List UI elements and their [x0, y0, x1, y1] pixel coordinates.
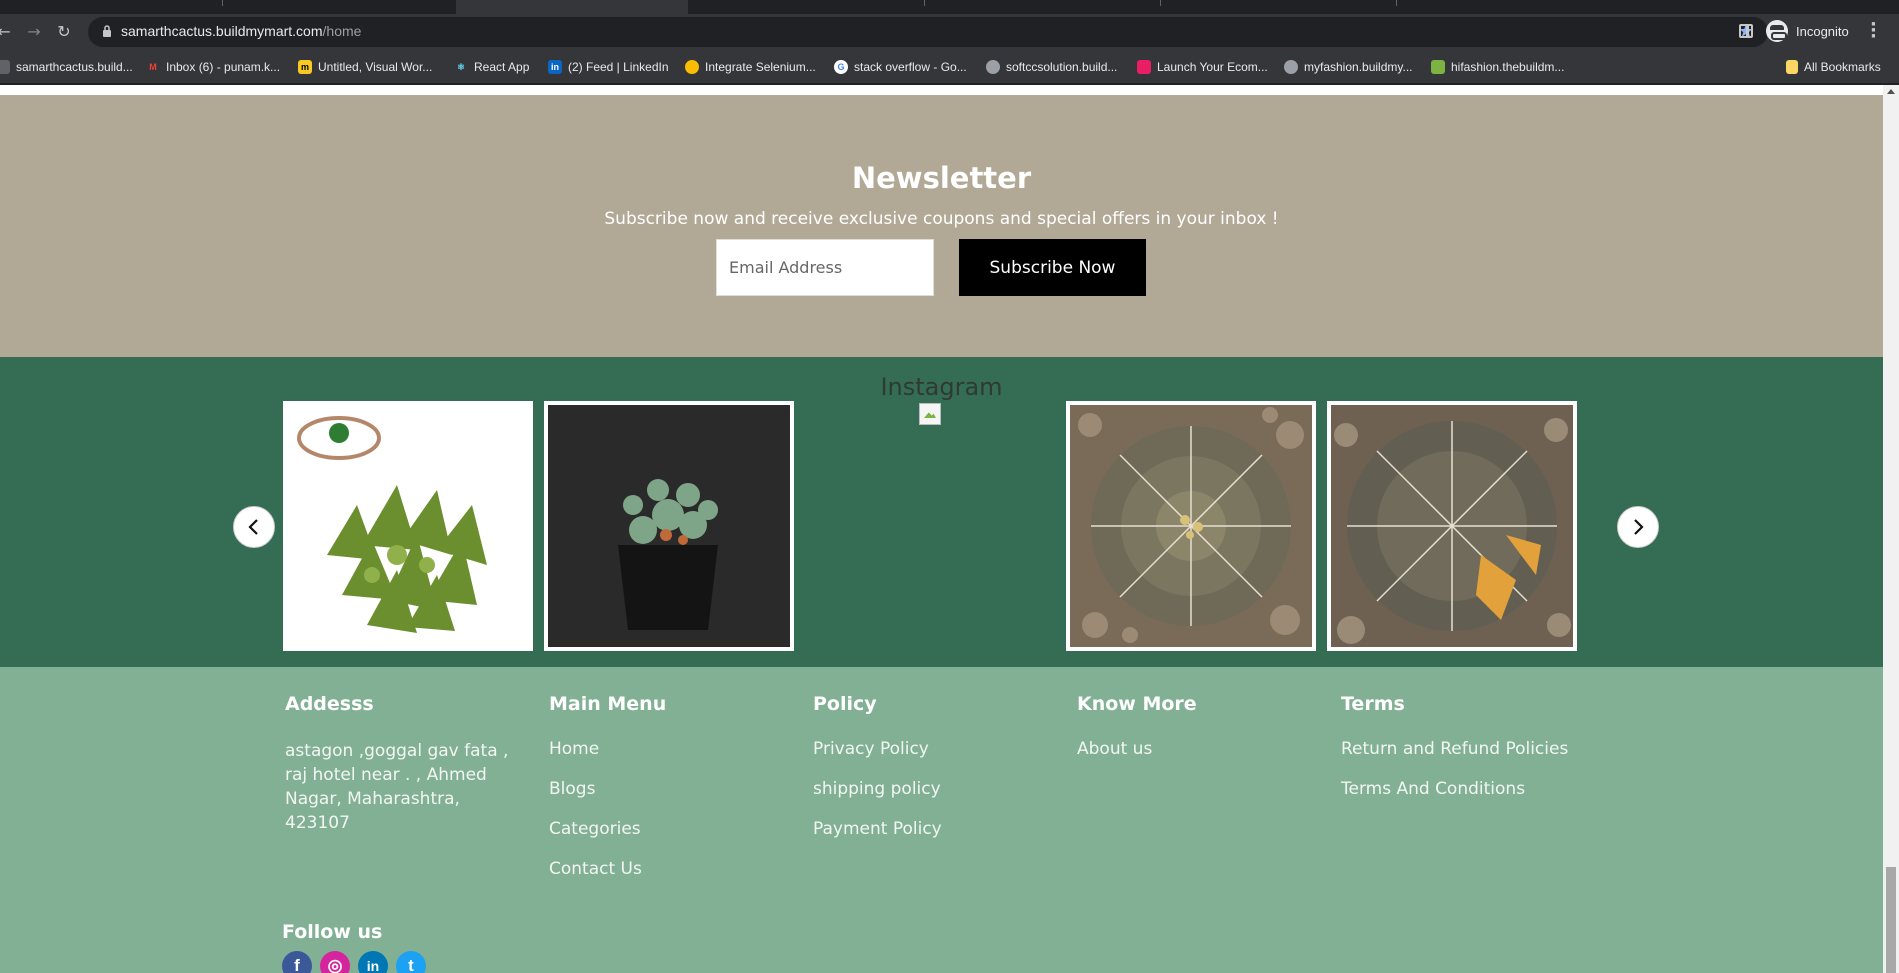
bookmark-item[interactable]: hifashion.thebuildm...	[1431, 59, 1564, 75]
instagram-post[interactable]	[1066, 401, 1316, 651]
site-icon	[0, 60, 10, 74]
footer-heading: Policy	[813, 693, 877, 715]
bookmark-item[interactable]: Integrate Selenium...	[685, 59, 816, 75]
menu-kebab-icon[interactable]: · · ·	[1870, 16, 1877, 46]
incognito-icon	[1766, 20, 1788, 42]
all-bookmarks[interactable]: All Bookmarks	[1786, 59, 1881, 75]
side-panel-icon[interactable]	[1739, 24, 1753, 38]
scroll-up-arrow-icon[interactable]	[1887, 89, 1895, 94]
footer-heading: Main Menu	[549, 693, 667, 715]
footer-link-blogs[interactable]: Blogs	[549, 779, 595, 799]
footer-link-payment-policy[interactable]: Payment Policy	[813, 819, 942, 839]
bookmark-item[interactable]: ⚛ React App	[454, 59, 529, 75]
chrome-icon	[685, 60, 699, 74]
bookmark-item[interactable]: m Untitled, Visual Wor...	[298, 59, 432, 75]
instagram-post[interactable]	[544, 401, 794, 651]
incognito-label: Incognito	[1796, 23, 1849, 39]
active-tab[interactable]	[456, 0, 688, 14]
reload-icon[interactable]: ↻	[54, 22, 74, 42]
tab-separator	[924, 0, 925, 6]
linkedin-icon[interactable]: in	[358, 951, 388, 973]
newsletter-section: Newsletter Subscribe now and receive exc…	[0, 95, 1883, 357]
broken-image-icon	[919, 403, 941, 425]
url-text: samarthcactus.buildmymart.com/home	[121, 23, 362, 39]
bookmark-item[interactable]: myfashion.buildmy...	[1284, 59, 1413, 75]
twitter-icon[interactable]: t	[396, 951, 426, 973]
bookmark-item[interactable]: samarthcactus.build...	[0, 59, 133, 75]
tab-separator	[222, 0, 223, 6]
bookmark-item[interactable]: in (2) Feed | LinkedIn	[548, 59, 669, 75]
chevron-left-icon	[248, 519, 258, 535]
footer-address-text: astagon ,goggal gav fata , raj hotel nea…	[285, 741, 509, 833]
footer-link-about-us[interactable]: About us	[1077, 739, 1152, 759]
back-icon[interactable]: ←	[0, 22, 14, 42]
footer-link-refund-policies[interactable]: Return and Refund Policies	[1341, 739, 1568, 759]
footer-link-home[interactable]: Home	[549, 739, 599, 759]
cactus-photo	[287, 405, 529, 647]
globe-icon	[1284, 60, 1298, 74]
cactus-top-view-photo	[1070, 405, 1312, 647]
site-footer: Addesss astagon ,goggal gav fata , raj h…	[0, 667, 1883, 973]
carousel-next-button[interactable]	[1617, 506, 1659, 548]
instagram-icon[interactable]: ◎	[320, 951, 350, 973]
instagram-post[interactable]	[283, 401, 533, 651]
bookmark-item[interactable]: M Inbox (6) - punam.k...	[146, 59, 280, 75]
scrollbar-thumb[interactable]	[1886, 867, 1896, 973]
newsletter-title: Newsletter	[851, 161, 1032, 195]
footer-link-privacy-policy[interactable]: Privacy Policy	[813, 739, 929, 759]
cactus-top-view-photo	[1331, 405, 1573, 647]
tab-separator	[1160, 0, 1161, 6]
bookmark-item[interactable]: Gstack overflow - Go...	[834, 59, 967, 75]
bookmarks-bar: samarthcactus.build... M Inbox (6) - puna…	[0, 50, 1899, 84]
lock-icon	[103, 25, 111, 37]
chevron-right-icon	[1634, 519, 1644, 535]
gmail-icon: M	[149, 62, 157, 72]
follow-us-heading: Follow us	[282, 921, 383, 943]
folder-icon	[1786, 60, 1798, 74]
linkedin-icon: in	[548, 60, 562, 74]
shop-icon	[1137, 60, 1151, 74]
tab-strip	[0, 0, 1899, 14]
google-icon: G	[834, 60, 848, 74]
tab-separator	[1396, 0, 1397, 6]
footer-heading: Addesss	[285, 693, 374, 715]
page-scrollbar[interactable]	[1883, 85, 1899, 973]
globe-icon	[986, 60, 1000, 74]
instagram-post[interactable]	[1327, 401, 1577, 651]
footer-heading: Know More	[1077, 693, 1197, 715]
incognito-indicator[interactable]: Incognito	[1766, 20, 1849, 42]
page-viewport: Newsletter Subscribe now and receive exc…	[0, 85, 1883, 973]
react-icon: ⚛	[456, 62, 466, 72]
carousel-prev-button[interactable]	[233, 506, 275, 548]
subscribe-button[interactable]: Subscribe Now	[959, 239, 1146, 296]
leaf-icon	[1431, 60, 1445, 74]
address-bar[interactable]: samarthcactus.buildmymart.com/home ★	[88, 17, 1768, 47]
forward-icon[interactable]: →	[24, 22, 44, 42]
bookmark-item[interactable]: Launch Your Ecom...	[1137, 59, 1268, 75]
instagram-title: Instagram	[880, 373, 1003, 401]
footer-link-shipping-policy[interactable]: shipping policy	[813, 779, 941, 799]
miro-icon: m	[298, 60, 312, 74]
footer-link-contact-us[interactable]: Contact Us	[549, 859, 642, 879]
bookmark-item[interactable]: softccsolution.build...	[986, 59, 1117, 75]
footer-heading: Terms	[1341, 693, 1405, 715]
facebook-icon[interactable]: f	[282, 951, 312, 973]
footer-link-terms-conditions[interactable]: Terms And Conditions	[1341, 779, 1525, 799]
newsletter-subtitle: Subscribe now and receive exclusive coup…	[604, 209, 1279, 229]
potted-cactus-photo	[548, 405, 790, 647]
instagram-section: Instagram	[0, 357, 1883, 667]
email-field[interactable]	[716, 239, 934, 296]
footer-link-categories[interactable]: Categories	[549, 819, 641, 839]
